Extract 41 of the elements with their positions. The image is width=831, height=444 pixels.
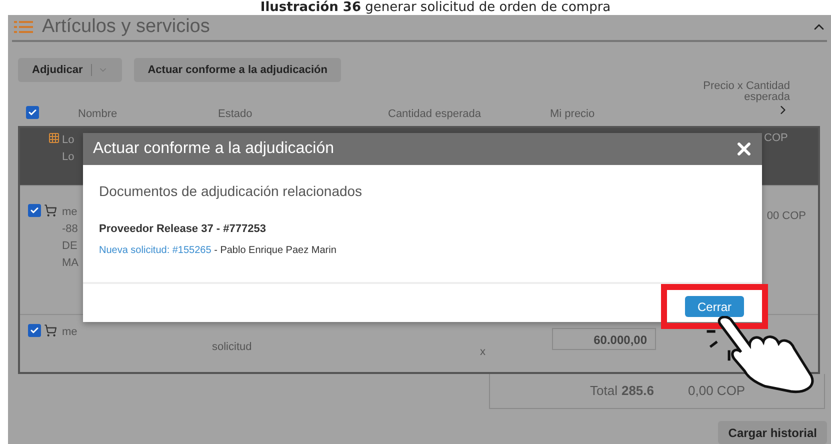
act-on-award-button[interactable]: Actuar conforme a la adjudicación [134, 58, 342, 82]
item-status: solicitud [212, 340, 253, 353]
row-checkbox[interactable] [28, 204, 41, 217]
column-header: Precio x Cantidad esperada [702, 80, 790, 103]
item-name: DE [62, 238, 78, 254]
load-history-button[interactable]: Cargar historial [718, 421, 827, 444]
item-name: me [62, 324, 78, 340]
request-link[interactable]: Nueva solicitud: #155265 [99, 245, 212, 256]
column-header: Mi precio [550, 108, 595, 120]
total-label: Total [590, 383, 618, 398]
row-total: 00 COP [766, 210, 807, 222]
row-checkbox[interactable] [28, 324, 41, 337]
figure-caption: Ilustración 36 generar solicitud de orden de compra [259, 0, 612, 15]
column-header: Estado [218, 108, 252, 120]
cart-icon [44, 204, 57, 217]
supplier-text: Proveedor Release 37 - #777253 [99, 223, 267, 235]
row-total: COP [764, 132, 788, 144]
close-button[interactable]: Cerrar [685, 296, 744, 317]
column-header: Cantidad esperada [388, 108, 481, 120]
dialog-heading: Documentos de adjudicación relacionados [99, 183, 364, 199]
item-name: Lo [62, 132, 74, 148]
cart-icon [44, 324, 57, 337]
select-all-checkbox[interactable] [26, 106, 39, 119]
multiply-sign: x [480, 346, 486, 358]
item-name: me [62, 204, 78, 220]
column-header: Nombre [78, 108, 118, 120]
grid-icon [48, 132, 60, 144]
item-name: Lo [62, 150, 74, 165]
list-icon [14, 20, 34, 34]
price-field[interactable]: 60.000,00 [552, 328, 656, 350]
checkmark-icon [30, 326, 39, 335]
total-amount: 285.6 [621, 383, 654, 398]
total-amount-tail: 0,00 COP [688, 383, 746, 398]
award-button[interactable]: Adjudicar [18, 58, 122, 82]
requester-name: - Pablo Enrique Paez Marin [213, 245, 336, 256]
item-name: -88 [62, 222, 78, 237]
panel-title: Artículos y servicios [42, 16, 211, 38]
dialog-title: Actuar conforme a la adjudicación [93, 140, 334, 158]
item-name: MA [62, 256, 78, 271]
checkmark-icon [30, 206, 39, 215]
checkmark-icon [28, 108, 37, 117]
